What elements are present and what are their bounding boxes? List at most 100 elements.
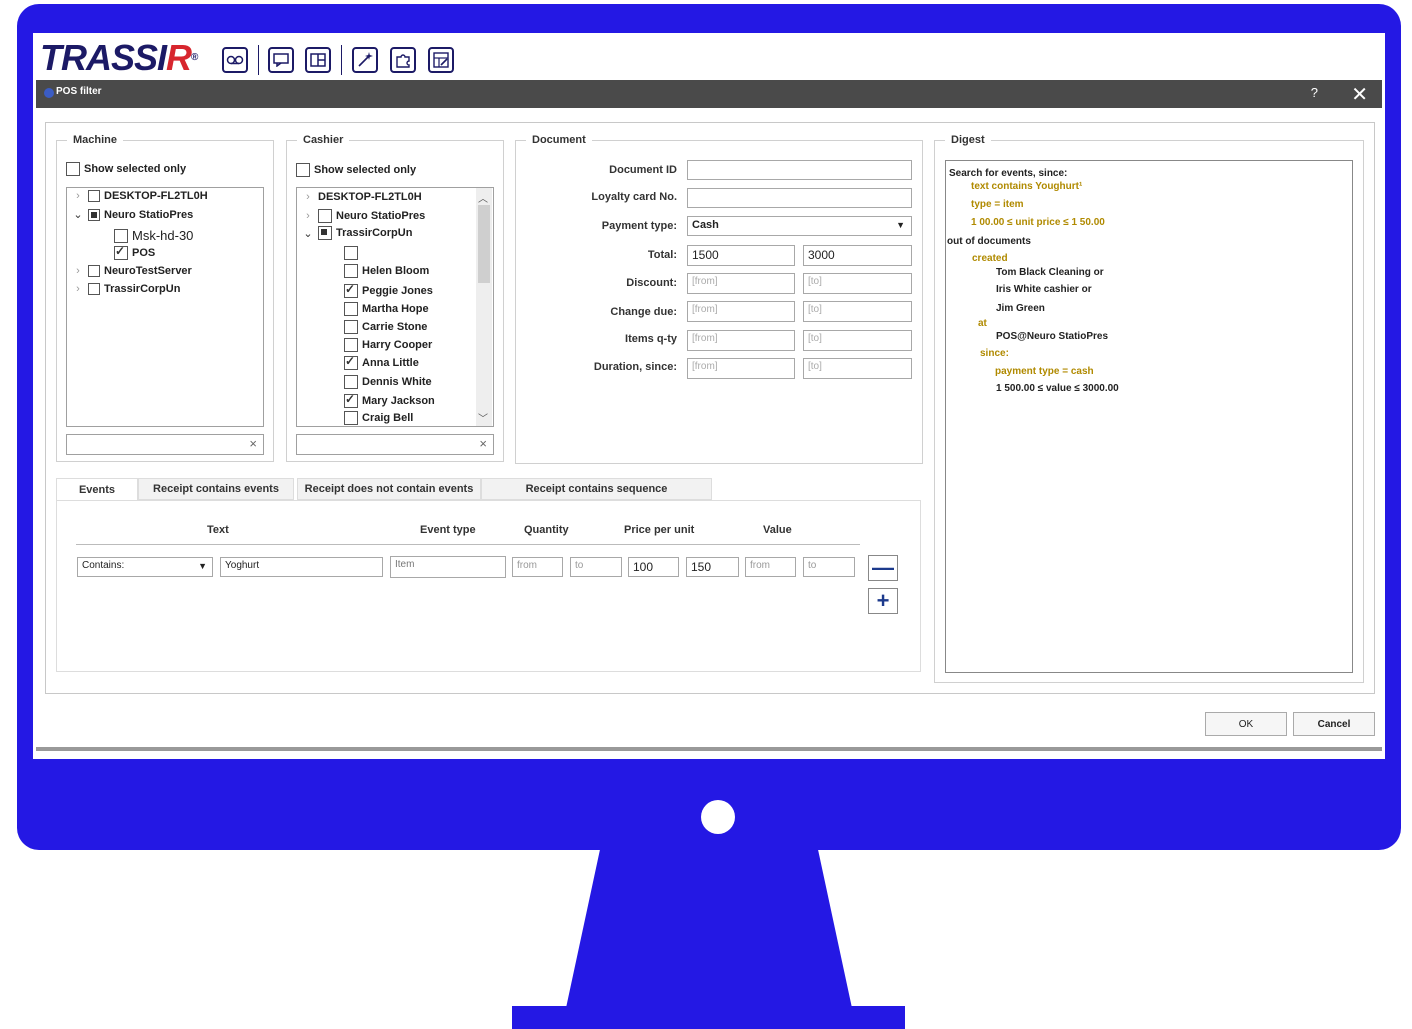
dropdown-arrow-icon[interactable]: ▼ [896,220,905,230]
cashier-item[interactable]: › DESKTOP-FL2TL0H [302,191,422,203]
cashier-item[interactable]: Harry Cooper [344,338,432,352]
document-id-input[interactable] [687,160,912,180]
machine-item[interactable]: › DESKTOP-FL2TL0H [72,190,208,202]
machine-item-checkbox[interactable] [88,265,100,277]
machine-item-checkbox[interactable] [88,208,100,221]
cashier-item-label: Peggie Jones [362,285,433,297]
chevron-right-icon[interactable]: › [302,210,314,222]
cashier-item-checkbox[interactable] [344,392,358,408]
scroll-down-icon[interactable]: ﹀ [478,410,488,425]
cashier-item[interactable]: Anna Little [344,354,419,370]
power-indicator [701,800,735,834]
tab-receipt-not-contains[interactable]: Receipt does not contain events [297,478,481,500]
payment-type-select[interactable]: Cash ▼ [687,216,912,236]
machine-item-checkbox[interactable] [88,190,100,202]
voicemail-icon[interactable] [222,47,248,73]
match-select[interactable]: Contains: ▼ [77,557,213,577]
tab-receipt-sequence[interactable]: Receipt contains sequence [481,478,712,500]
cashier-item[interactable]: Helen Bloom [344,264,429,278]
cashier-item[interactable]: Peggie Jones [344,282,433,298]
cashier-item-checkbox[interactable] [344,302,358,316]
machine-item-checkbox[interactable] [114,228,128,243]
cashier-item-checkbox[interactable] [344,264,358,278]
qty-to-input[interactable]: to [570,557,622,577]
items-to-input[interactable]: [to] [803,330,912,351]
duration-from-input[interactable]: [from] [687,358,795,379]
machine-item[interactable]: › TrassirCorpUn [72,283,180,295]
event-text-input[interactable]: Yoghurt [220,557,383,577]
discount-to-input[interactable]: [to] [803,273,912,294]
price-from-input[interactable]: 100 [628,557,679,577]
tab-receipt-contains-events[interactable]: Receipt contains events [138,478,294,500]
cashier-item-checkbox[interactable] [344,338,358,352]
cashier-item[interactable]: Craig Bell [344,411,413,425]
chevron-down-icon[interactable]: ⌄ [302,227,314,240]
event-type-input[interactable]: Item [390,556,506,578]
cashier-item[interactable]: › Neuro StatioPres [302,209,425,223]
clear-icon[interactable]: × [479,436,487,451]
cashier-item-checkbox[interactable] [344,411,358,425]
cashier-show-selected-checkbox[interactable] [296,163,310,177]
price-to-input[interactable]: 150 [686,557,739,577]
col-price: Price per unit [624,524,695,536]
cashier-item-checkbox[interactable] [344,375,358,389]
change-from-input[interactable]: [from] [687,301,795,322]
loyalty-input[interactable] [687,188,912,208]
scroll-up-icon[interactable]: ︿ [478,190,488,205]
close-button[interactable]: ✕ [1351,82,1368,107]
machine-item-checkbox[interactable] [88,283,100,295]
cashier-search-input[interactable]: × [296,434,494,455]
image-edit-icon[interactable] [428,47,454,73]
magic-wand-icon[interactable] [352,47,378,73]
chevron-right-icon[interactable]: › [302,191,314,203]
machine-show-selected[interactable]: Show selected only [66,162,186,176]
clear-icon[interactable]: × [249,436,257,451]
remove-row-button[interactable]: — [868,555,898,581]
cashier-item[interactable]: Dennis White [344,375,432,389]
cashier-show-selected[interactable]: Show selected only [296,163,416,177]
machine-item[interactable]: ⌄ Neuro StatioPres [72,208,193,221]
cashier-item-checkbox[interactable] [344,320,358,334]
tab-events[interactable]: Events [56,478,138,500]
items-from-input[interactable]: [from] [687,330,795,351]
puzzle-icon[interactable] [390,47,416,73]
chevron-right-icon[interactable]: › [72,265,84,277]
value-to-input[interactable]: to [803,557,855,577]
cashier-item[interactable]: Mary Jackson [344,392,435,408]
ok-button[interactable]: OK [1205,712,1287,736]
value-from-input[interactable]: from [745,557,796,577]
dropdown-arrow-icon[interactable]: ▼ [198,561,207,571]
chevron-right-icon[interactable]: › [72,283,84,295]
machine-show-selected-checkbox[interactable] [66,162,80,176]
machine-item-checkbox[interactable] [114,244,128,260]
machine-search-input[interactable]: × [66,434,264,455]
cancel-button[interactable]: Cancel [1293,712,1375,736]
chevron-right-icon[interactable]: › [72,190,84,202]
discount-from-input[interactable]: [from] [687,273,795,294]
cashier-item-checkbox[interactable] [344,246,358,260]
total-to-input[interactable]: 3000 [803,245,912,266]
cashier-item[interactable] [344,246,362,260]
machine-item[interactable]: › NeuroTestServer [72,265,192,277]
chevron-down-icon[interactable]: ⌄ [72,208,84,221]
layout-icon[interactable] [305,47,331,73]
add-row-button[interactable]: + [868,588,898,614]
cashier-item-checkbox[interactable] [318,226,332,240]
cashier-item[interactable]: Martha Hope [344,302,429,316]
cashier-item[interactable]: ⌄ TrassirCorpUn [302,226,412,240]
duration-to-input[interactable]: [to] [803,358,912,379]
cashier-item[interactable]: Carrie Stone [344,320,427,334]
machine-item[interactable]: Msk-hd-30 [114,228,193,243]
help-button[interactable]: ? [1311,85,1318,100]
qty-from-input[interactable]: from [512,557,563,577]
change-to-input[interactable]: [to] [803,301,912,322]
cashier-item-checkbox[interactable] [318,209,332,223]
cashier-title: Cashier [297,134,350,146]
cashier-item-checkbox[interactable] [344,282,358,298]
cashier-item-checkbox[interactable] [344,354,358,370]
machine-item[interactable]: POS [114,244,155,260]
digest-line: Search for events, since: [949,168,1068,179]
chat-icon[interactable] [268,47,294,73]
cashier-scroll-thumb[interactable] [478,205,490,283]
total-from-input[interactable]: 1500 [687,245,795,266]
